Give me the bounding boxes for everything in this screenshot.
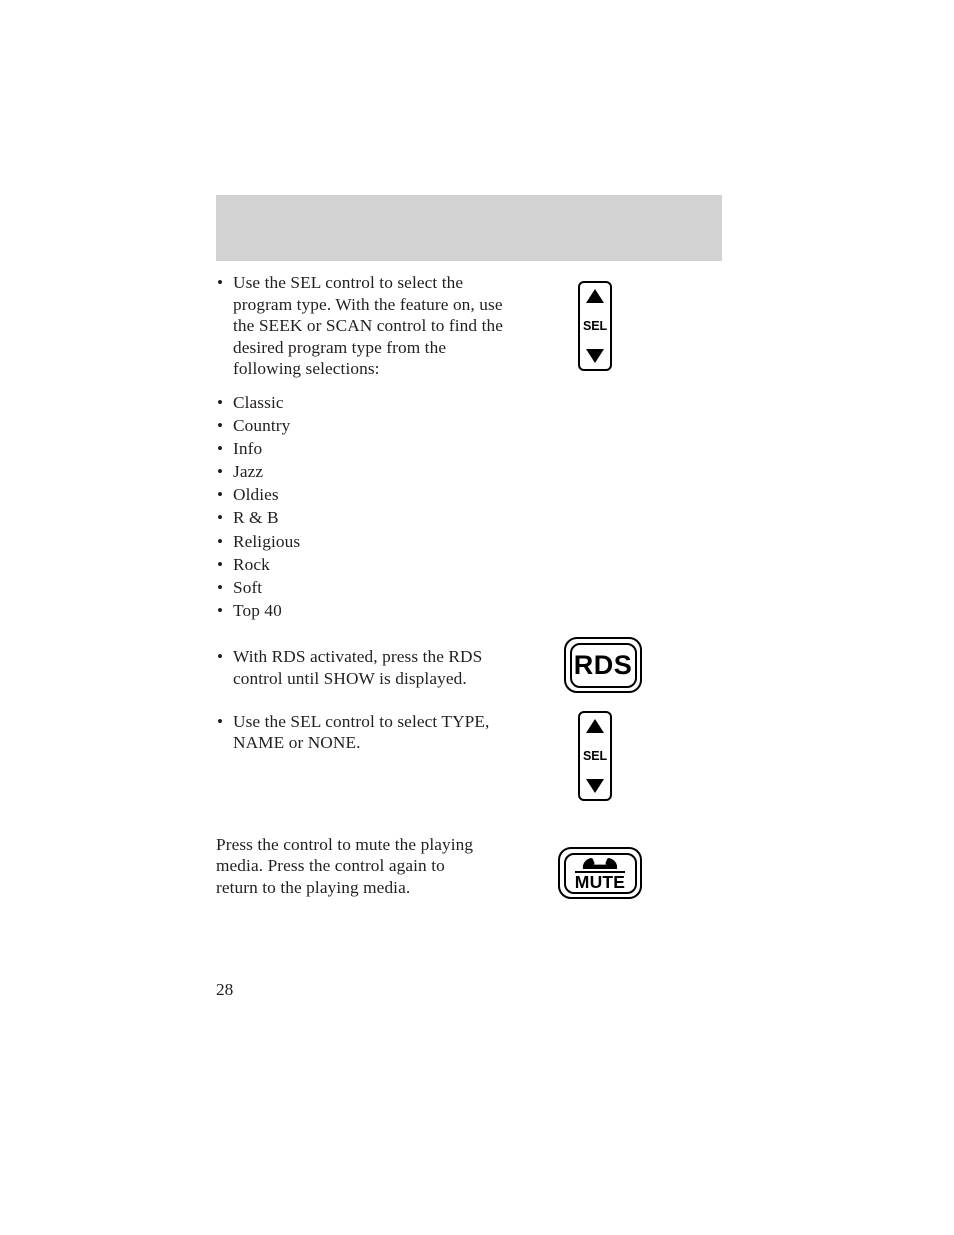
list-item: • Country bbox=[216, 415, 516, 437]
section-header-band bbox=[216, 195, 722, 261]
list-item: • Top 40 bbox=[216, 600, 516, 622]
sel-rocker-control-2[interactable]: SEL bbox=[578, 711, 612, 801]
sel-button-label: SEL bbox=[582, 318, 607, 333]
bullet-glyph: • bbox=[217, 711, 224, 731]
program-type-label: Oldies bbox=[233, 485, 279, 505]
program-type-label: Religious bbox=[233, 531, 301, 551]
phone-handset-icon bbox=[582, 857, 618, 869]
bullet-glyph: • bbox=[217, 508, 224, 528]
list-item: • Religious bbox=[216, 531, 516, 553]
manual-page: • Use the SEL control to select the prog… bbox=[0, 0, 954, 1235]
program-type-label: Info bbox=[233, 439, 263, 459]
arrow-down-icon[interactable] bbox=[586, 779, 604, 793]
bullet-glyph: • bbox=[217, 273, 224, 292]
bullet-glyph: • bbox=[217, 647, 224, 667]
mute-description-paragraph: Press the control to mute the playing me… bbox=[216, 834, 478, 899]
bullet-glyph: • bbox=[217, 485, 224, 505]
instruction-text: Use the SEL control to select the progra… bbox=[233, 273, 503, 379]
rds-button-label: RDS bbox=[573, 649, 633, 680]
bullet-glyph: • bbox=[217, 462, 224, 482]
list-item: • Jazz bbox=[216, 461, 516, 483]
program-type-label: Jazz bbox=[233, 462, 264, 482]
mute-button-label: MUTE bbox=[574, 870, 626, 892]
list-item: • Oldies bbox=[216, 484, 516, 506]
instruction-bullet-rds-show: • With RDS activated, press the RDS cont… bbox=[216, 646, 516, 689]
bullet-glyph: • bbox=[217, 416, 224, 436]
program-type-label: Classic bbox=[233, 392, 284, 412]
mute-button-content: MUTE bbox=[574, 855, 626, 892]
bullet-glyph: • bbox=[217, 577, 224, 597]
program-type-label: Rock bbox=[233, 554, 270, 574]
page-number: 28 bbox=[216, 980, 234, 999]
list-item: • Classic bbox=[216, 392, 516, 414]
arrow-up-icon[interactable] bbox=[586, 719, 604, 733]
program-type-list: • Classic • Country • Info • Jazz • Oldi… bbox=[216, 392, 516, 621]
instruction-bullet-rds-select: • Use the SEL control to select TYPE, NA… bbox=[216, 711, 516, 754]
bullet-glyph: • bbox=[217, 392, 224, 412]
sel-rocker-control-1[interactable]: SEL bbox=[578, 281, 612, 371]
instruction-text: With RDS activated, press the RDS contro… bbox=[233, 647, 483, 688]
bullet-glyph: • bbox=[217, 439, 224, 459]
list-item: • Rock bbox=[216, 554, 516, 576]
rds-button[interactable]: RDS bbox=[564, 637, 642, 693]
list-item: • R & B bbox=[216, 507, 516, 529]
list-item: • Soft bbox=[216, 577, 516, 599]
bullet-glyph: • bbox=[217, 554, 224, 574]
bullet-glyph: • bbox=[217, 600, 224, 620]
program-type-label: R & B bbox=[233, 508, 279, 528]
arrow-down-icon[interactable] bbox=[586, 349, 604, 363]
program-type-label: Soft bbox=[233, 577, 263, 597]
instruction-bullet-program-type: • Use the SEL control to select the prog… bbox=[216, 272, 516, 380]
rds-button-face: RDS bbox=[569, 642, 637, 688]
program-type-label: Country bbox=[233, 416, 291, 436]
mute-button-face: MUTE bbox=[563, 852, 637, 894]
sel-button-label: SEL bbox=[582, 748, 607, 763]
program-type-label: Top 40 bbox=[233, 600, 282, 620]
mute-button[interactable]: MUTE bbox=[558, 847, 642, 899]
instruction-text: Use the SEL control to select TYPE, NAME… bbox=[233, 711, 490, 753]
body-text-column: • Use the SEL control to select the prog… bbox=[216, 272, 516, 899]
bullet-glyph: • bbox=[217, 531, 224, 551]
arrow-up-icon[interactable] bbox=[586, 289, 604, 303]
list-item: • Info bbox=[216, 438, 516, 460]
instruction-text: Press the control to mute the playing me… bbox=[216, 834, 474, 897]
